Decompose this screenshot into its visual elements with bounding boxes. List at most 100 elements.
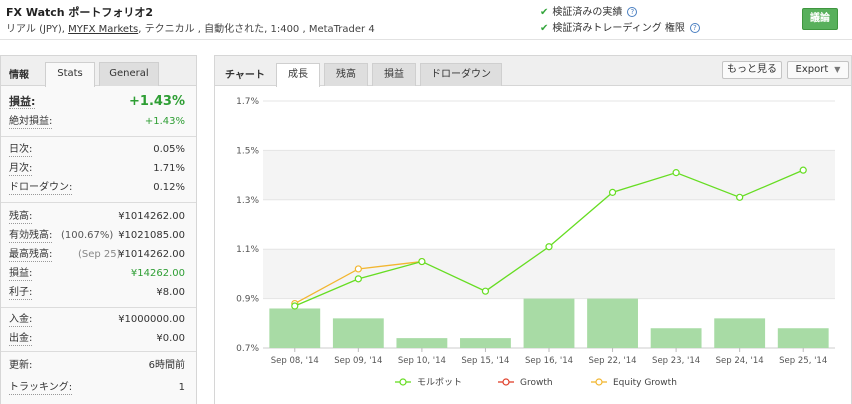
gain-value: +1.43%	[129, 94, 185, 109]
drawdown-bar	[269, 308, 321, 348]
y-tick-label: 1.1%	[236, 245, 259, 255]
equity-growth-point	[354, 265, 362, 273]
more-button[interactable]: もっと見る	[722, 61, 782, 79]
withdrawals-value: ¥0.00	[156, 333, 185, 344]
drawdown-bar	[587, 298, 638, 348]
drawdown-bar	[777, 328, 829, 348]
tracking-label[interactable]: トラッキング:	[9, 382, 73, 395]
daily-label: 日次:	[9, 144, 33, 157]
abs-gain-value: +1.43%	[144, 116, 185, 127]
highest-label: 最高残高:	[9, 249, 53, 262]
x-tick-label: Sep 10, '14	[398, 356, 446, 366]
x-tick-label: Sep 09, '14	[334, 356, 382, 366]
chart-section-label: チャート	[225, 70, 265, 81]
tab-drawdown[interactable]: ドローダウン	[420, 63, 502, 86]
chart-tabs: チャート 成長 残高 損益 ドローダウン もっと見る Export ▼	[215, 56, 851, 87]
export-dropdown[interactable]: Export ▼	[787, 61, 849, 79]
updated-label: 更新:	[9, 360, 33, 371]
drawdown-bar	[396, 338, 448, 348]
abs-gain-row: 絶対損益: +1.43%	[9, 116, 185, 130]
discuss-button[interactable]: 議論	[802, 8, 838, 30]
broker-link[interactable]: MYFX Markets	[68, 24, 138, 35]
check-icon: ✔	[540, 23, 549, 34]
drawdown-row: ドローダウン: 0.12%	[9, 182, 185, 196]
export-label: Export	[795, 64, 829, 75]
y-tick-label: 1.7%	[236, 97, 259, 107]
x-tick-label: Sep 23, '14	[652, 356, 700, 366]
verified-privileges-label: 検証済みトレーディング 権限	[552, 23, 685, 34]
profit-label: 損益:	[9, 268, 33, 281]
check-icon: ✔	[540, 7, 549, 18]
tab-stats[interactable]: Stats	[45, 62, 95, 87]
gain-row: 損益: +1.43%	[9, 94, 185, 110]
x-tick-label: Sep 16, '14	[525, 356, 573, 366]
balance-label: 残高:	[9, 211, 33, 224]
x-tick-label: Sep 24, '14	[716, 356, 764, 366]
deposits-label: 入金:	[9, 314, 33, 327]
withdrawals-label: 出金:	[9, 333, 33, 346]
interest-label: 利子:	[9, 287, 33, 300]
subtitle-prefix: リアル (JPY),	[6, 24, 69, 35]
info-panel: 情報 Stats General 損益: +1.43% 絶対損益: +1.43%…	[0, 55, 197, 404]
daily-value: 0.05%	[153, 144, 185, 155]
equity-percent: (100.67%)	[61, 230, 114, 241]
info-tabs: 情報 Stats General	[1, 56, 196, 87]
updated-value: 6時間前	[148, 360, 185, 371]
growth-chart: 1.7%1.5%1.3%1.1%0.9%0.7% Sep 08, '14 Sep …	[236, 97, 835, 388]
monthly-row: 月次: 1.71%	[9, 163, 185, 177]
divider	[1, 351, 196, 352]
divider	[1, 307, 196, 308]
tracking-row: トラッキング: 1	[9, 382, 185, 396]
x-tick-label: Sep 15, '14	[461, 356, 509, 366]
verified-track-label: 検証済みの実績	[552, 7, 623, 18]
drawdown-label: ドローダウン:	[9, 182, 73, 195]
equity-row: 有効残高: (100.67%) ¥1021085.00	[9, 230, 185, 244]
chevron-down-icon: ▼	[834, 65, 841, 74]
abs-gain-label: 絶対損益:	[9, 116, 53, 129]
help-icon[interactable]: ?	[627, 7, 638, 17]
divider	[1, 202, 196, 203]
verified-privileges: ✔ 検証済みトレーディング 権限?	[540, 19, 700, 34]
y-tick-label: 0.7%	[236, 344, 259, 354]
morbot-point	[799, 166, 807, 174]
drawdown-bar	[650, 328, 702, 348]
drawdown-bar	[523, 298, 575, 348]
highest-value: ¥1014262.00	[118, 249, 185, 260]
morbot-point	[545, 243, 553, 251]
tab-general[interactable]: General	[99, 62, 159, 86]
morbot-point	[418, 257, 426, 266]
chart-band	[263, 150, 835, 200]
deposits-row: 入金: ¥1000000.00	[9, 314, 185, 328]
y-axis: 1.7% 1.5% 1.3% 1.1% 0.9% 0.7%	[236, 97, 259, 354]
y-tick-label: 1.5%	[236, 146, 259, 156]
morbot-point	[608, 188, 617, 196]
help-icon[interactable]: ?	[689, 23, 700, 33]
tab-growth[interactable]: 成長	[276, 63, 320, 87]
morbot-point	[481, 287, 490, 295]
tracking-value: 1	[178, 382, 185, 393]
interest-value: ¥8.00	[156, 287, 185, 298]
legend-swatch-dot	[399, 378, 407, 386]
equity-value: ¥1021085.00	[118, 230, 185, 241]
drawdown-bar	[460, 338, 511, 348]
gain-label: 損益:	[9, 95, 36, 109]
monthly-value: 1.71%	[153, 163, 185, 174]
legend-label: Equity Growth	[613, 378, 677, 388]
tab-balance[interactable]: 残高	[324, 63, 368, 86]
legend-swatch-dot	[502, 378, 510, 386]
daily-row: 日次: 0.05%	[9, 144, 185, 158]
interest-row: 利子: ¥8.00	[9, 287, 185, 301]
chart-panel: チャート 成長 残高 損益 ドローダウン もっと見る Export ▼ 1.7% 1…	[214, 55, 852, 404]
drawdown-bar	[332, 318, 384, 348]
equity-label: 有効残高:	[9, 230, 53, 243]
legend-label: Growth	[520, 378, 553, 388]
x-axis: Sep 08, '14 Sep 09, '14 Sep 10, '14 Sep 15,…	[271, 348, 827, 366]
morbot-point	[736, 193, 744, 201]
y-tick-label: 1.3%	[236, 196, 259, 206]
deposits-value: ¥1000000.00	[118, 314, 185, 325]
x-tick-label: Sep 08, '14	[271, 356, 319, 366]
highest-date: (Sep 25)	[78, 249, 121, 260]
account-title: FX Watch ポートフォリオ2	[6, 6, 154, 19]
tab-profit[interactable]: 損益	[372, 63, 416, 86]
drawdown-bars	[269, 298, 829, 348]
